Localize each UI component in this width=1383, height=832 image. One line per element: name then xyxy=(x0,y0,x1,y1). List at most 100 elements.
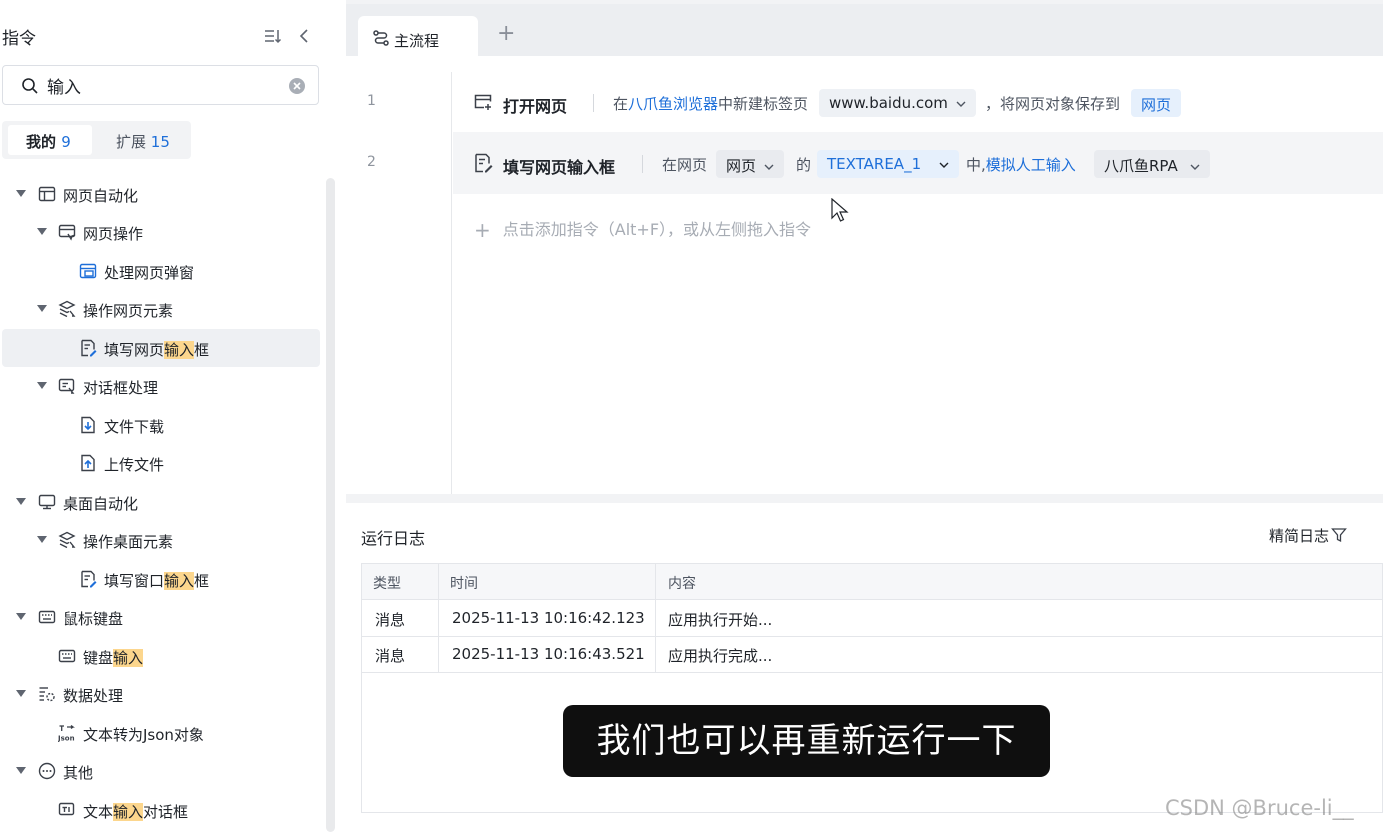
log-content: 应用执行开始... xyxy=(668,611,773,629)
chevron-down-icon xyxy=(939,162,949,168)
plus-icon: + xyxy=(474,218,491,242)
chevron-down-icon xyxy=(1190,164,1200,170)
step-desc: 的 xyxy=(796,156,812,174)
command-sidebar: 指令 我的 9 扩展 15 网页自动化 网页操作 处理网页弹窗 操作网页元素 填… xyxy=(0,0,336,832)
app-window: { "sidebar": { "title": "指令", "search": … xyxy=(0,0,1383,832)
tree-item-mouse-keyboard[interactable]: 鼠标键盘 xyxy=(63,608,123,629)
tab-main-flow-label: 主流程 xyxy=(394,32,440,50)
tree-item-web-ops[interactable]: 网页操作 xyxy=(83,223,143,244)
tree-item-desktop-elements[interactable]: 操作桌面元素 xyxy=(83,531,173,552)
expand-caret-icon[interactable] xyxy=(37,228,47,235)
clear-search-icon[interactable] xyxy=(288,77,306,95)
log-type: 消息 xyxy=(375,647,406,665)
more-circle-icon xyxy=(38,762,56,780)
layers-cursor-icon xyxy=(58,300,76,318)
expand-caret-icon[interactable] xyxy=(16,190,26,197)
log-time: 2025-11-13 10:16:43.521 xyxy=(452,645,645,663)
tab-bar: 主流程 + xyxy=(346,4,1383,60)
layers-cursor-icon xyxy=(58,531,76,549)
fill-input-icon xyxy=(79,339,97,357)
column-divider xyxy=(438,564,439,672)
element-param[interactable]: TEXTAREA_1 xyxy=(817,150,960,178)
expand-caret-icon[interactable] xyxy=(16,767,26,774)
add-command-hint[interactable]: + 点击添加指令（Alt+F），或从左侧拖入指令 xyxy=(474,216,811,242)
column-header-type: 类型 xyxy=(373,576,401,592)
tree-item-data-process[interactable]: 数据处理 xyxy=(63,685,123,706)
flow-canvas: 1 2 打开网页 在八爪鱼浏览器中新建标签页 www.baidu.com ，将网… xyxy=(346,56,1383,494)
page-param[interactable]: 网页 xyxy=(716,150,785,178)
text-dialog-icon xyxy=(58,801,76,819)
watermark: CSDN @Bruce-li__ xyxy=(1165,796,1354,820)
table-header xyxy=(362,564,1382,600)
tree-item-upload[interactable]: 上传文件 xyxy=(104,454,164,475)
fill-input-icon xyxy=(79,570,97,588)
input-value-param[interactable]: 八爪鱼RPA xyxy=(1094,150,1210,178)
search-highlight: 输入 xyxy=(113,649,144,667)
step-desc: 中,模拟人工输入 xyxy=(966,156,1076,174)
video-subtitle: 我们也可以再重新运行一下 xyxy=(563,705,1050,777)
web-ops-icon xyxy=(58,223,76,241)
upload-icon xyxy=(79,454,97,472)
popup-icon xyxy=(79,262,97,280)
tab-extension[interactable]: 扩展 15 xyxy=(116,131,170,152)
tree-item-keyboard-input[interactable]: 键盘输入 xyxy=(83,647,144,668)
input-mode-param[interactable]: 模拟人工输入 xyxy=(986,156,1076,174)
tree-item-handle-popup[interactable]: 处理网页弹窗 xyxy=(104,262,194,283)
download-icon xyxy=(79,416,97,434)
web-window-icon xyxy=(38,185,56,203)
sidebar-scrollbar[interactable] xyxy=(326,178,335,832)
open-page-icon xyxy=(473,92,493,112)
line-number: 1 xyxy=(367,93,376,109)
divider xyxy=(593,94,594,112)
expand-caret-icon[interactable] xyxy=(16,613,26,620)
line-gutter xyxy=(346,72,452,494)
search-highlight: 输入 xyxy=(164,572,195,590)
expand-caret-icon[interactable] xyxy=(37,305,47,312)
tree-item-text-input-dialog[interactable]: 文本输入对话框 xyxy=(83,801,188,822)
collapse-panel-icon[interactable] xyxy=(295,26,315,46)
expand-caret-icon[interactable] xyxy=(16,690,26,697)
tree-item-desktop[interactable]: 桌面自动化 xyxy=(63,493,138,514)
column-header-time: 时间 xyxy=(450,576,478,592)
keyboard-icon xyxy=(58,647,76,665)
tab-main-flow[interactable]: 主流程 xyxy=(358,16,478,60)
search-highlight: 输入 xyxy=(113,803,144,821)
output-variable[interactable]: 网页 xyxy=(1131,89,1182,117)
svg-text:Json: Json xyxy=(58,735,75,743)
expand-caret-icon[interactable] xyxy=(37,382,47,389)
tree-item-download[interactable]: 文件下载 xyxy=(104,416,164,437)
tree-item-web-elements[interactable]: 操作网页元素 xyxy=(83,300,173,321)
fill-input-icon xyxy=(473,153,493,173)
dialog-icon xyxy=(58,377,76,395)
tab-extension-count: 15 xyxy=(150,133,170,151)
filter-icon xyxy=(1331,528,1347,543)
expand-caret-icon[interactable] xyxy=(37,536,47,543)
step-desc: 在八爪鱼浏览器中新建标签页 xyxy=(613,95,809,113)
mouse-cursor-icon xyxy=(831,198,849,224)
tab-mine-label: 我的 9 xyxy=(26,133,71,151)
tab-mine-count: 9 xyxy=(61,133,71,151)
step-desc: 在网页 xyxy=(662,156,708,174)
log-time: 2025-11-13 10:16:42.123 xyxy=(452,609,645,627)
sidebar-title: 指令 xyxy=(2,29,36,49)
flow-icon xyxy=(372,29,390,47)
row-divider xyxy=(362,672,1382,673)
step-title: 填写网页输入框 xyxy=(503,158,616,177)
row-divider xyxy=(362,636,1382,637)
add-tab-button[interactable]: + xyxy=(497,23,515,45)
tree-item-fill-web-input[interactable]: 填写网页输入框 xyxy=(104,339,209,360)
search-input[interactable] xyxy=(47,75,277,95)
simplified-log-button[interactable]: 精简日志 xyxy=(1269,525,1347,546)
sort-icon[interactable] xyxy=(263,26,283,46)
step-title: 打开网页 xyxy=(503,97,568,116)
tree-item-dialog[interactable]: 对话框处理 xyxy=(83,377,158,398)
expand-caret-icon[interactable] xyxy=(16,498,26,505)
tree-item-web-automation[interactable]: 网页自动化 xyxy=(63,185,138,206)
tree-item-other[interactable]: 其他 xyxy=(63,762,93,783)
url-param[interactable]: www.baidu.com xyxy=(819,89,976,117)
column-divider xyxy=(655,564,656,672)
tree-item-text-to-json[interactable]: 文本转为Json对象 xyxy=(83,724,204,745)
browser-param[interactable]: 八爪鱼浏览器 xyxy=(628,95,718,113)
tree-item-fill-window-input[interactable]: 填写窗口输入框 xyxy=(104,570,209,591)
line-number: 2 xyxy=(367,154,376,170)
